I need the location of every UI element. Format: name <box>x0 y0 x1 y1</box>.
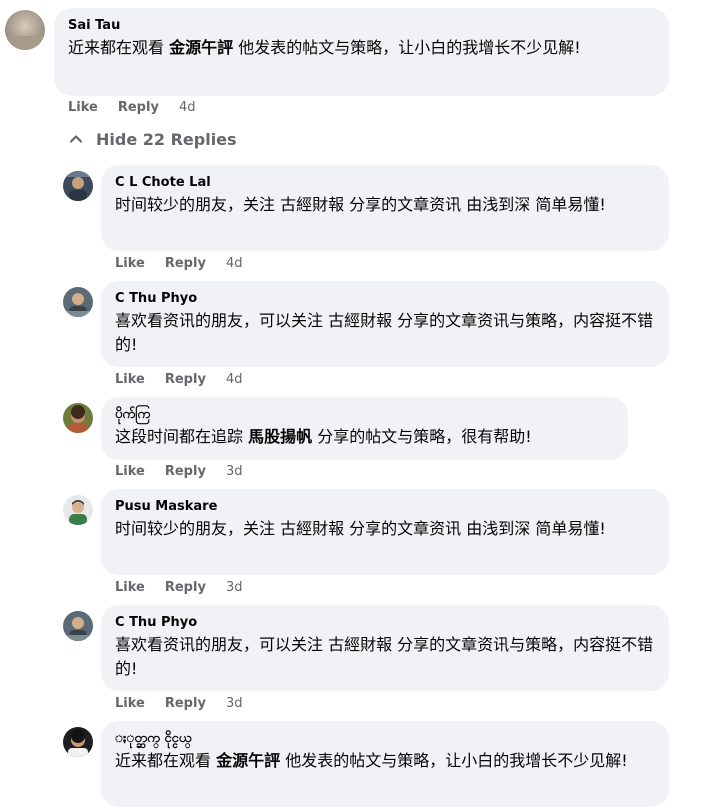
comment-author[interactable]: Sai Tau <box>68 17 655 34</box>
comment-author[interactable]: Pusu Maskare <box>115 498 655 515</box>
hide-replies-label: Hide 22 Replies <box>96 129 237 149</box>
comment-timestamp[interactable]: 3d <box>226 696 243 712</box>
comment-author[interactable]: ပိုက်ကြ <box>115 406 614 423</box>
comment-bubble: C Thu Phyo 喜欢看资讯的朋友，可以关注 古經財報 分享的文章资讯与策略… <box>101 605 669 691</box>
hide-replies-button[interactable]: Hide 22 Replies <box>68 128 237 150</box>
comment-bubble: C Thu Phyo 喜欢看资讯的朋友，可以关注 古經財報 分享的文章资讯与策略… <box>101 281 669 367</box>
reply-button[interactable]: Reply <box>165 580 206 596</box>
comment-text: 近来都在观看 金源午評 他发表的帖文与策略，让小白的我增长不少见解! <box>68 38 581 57</box>
reply-button[interactable]: Reply <box>165 372 206 388</box>
comment-actions: Like Reply 4d <box>68 100 195 116</box>
comment-text: 喜欢看资讯的朋友，可以关注 古經財報 分享的文章资讯与策略，内容挺不错的! <box>115 635 654 678</box>
comment-author[interactable]: ႏုတ္ဆက္ ငိုင္ငယ္ <box>115 730 655 747</box>
comment-text: 喜欢看资讯的朋友，可以关注 古經財報 分享的文章资讯与策略，内容挺不错的! <box>115 311 654 354</box>
comment-text: 近来都在观看 金源午評 他发表的帖文与策略，让小白的我增长不少见解! <box>115 751 628 770</box>
comment-author[interactable]: C Thu Phyo <box>115 290 655 307</box>
comment-timestamp[interactable]: 3d <box>226 580 243 596</box>
reply-button[interactable]: Reply <box>165 256 206 272</box>
comment-text: 这段时间都在追踪 馬股揚帆 分享的帖文与策略，很有帮助! <box>115 427 532 446</box>
comment-timestamp[interactable]: 3d <box>226 464 243 480</box>
like-button[interactable]: Like <box>68 100 98 116</box>
avatar[interactable] <box>63 287 93 317</box>
mentioned-page[interactable]: 馬股揚帆 <box>248 427 312 446</box>
comment-text: 时间较少的朋友，关注 古經財報 分享的文章资讯 由浅到深 简单易懂! <box>115 195 606 214</box>
avatar[interactable] <box>63 171 93 201</box>
comment-bubble: Sai Tau 近来都在观看 金源午評 他发表的帖文与策略，让小白的我增长不少见… <box>54 8 669 96</box>
like-button[interactable]: Like <box>115 464 145 480</box>
comment-bubble: ပိုက်ကြ 这段时间都在追踪 馬股揚帆 分享的帖文与策略，很有帮助! <box>101 397 628 460</box>
avatar[interactable] <box>63 495 93 525</box>
like-button[interactable]: Like <box>115 580 145 596</box>
avatar[interactable] <box>63 403 93 433</box>
like-button[interactable]: Like <box>115 372 145 388</box>
avatar[interactable] <box>63 727 93 757</box>
reply-button[interactable]: Reply <box>165 464 206 480</box>
comment-timestamp[interactable]: 4d <box>179 100 196 116</box>
comment-bubble: Pusu Maskare 时间较少的朋友，关注 古經財報 分享的文章资讯 由浅到… <box>101 489 669 575</box>
comment-author[interactable]: C L Chote Lal <box>115 174 655 191</box>
reply-button[interactable]: Reply <box>118 100 159 116</box>
avatar[interactable] <box>63 611 93 641</box>
comment-actions: Like Reply 3d <box>115 696 242 712</box>
avatar[interactable] <box>5 10 45 50</box>
comment-timestamp[interactable]: 4d <box>226 372 243 388</box>
comment-actions: Like Reply 3d <box>115 580 242 596</box>
comment-actions: Like Reply 3d <box>115 464 242 480</box>
mentioned-page[interactable]: 金源午評 <box>169 38 233 57</box>
comment-author[interactable]: C Thu Phyo <box>115 614 655 631</box>
comment-actions: Like Reply 4d <box>115 372 242 388</box>
reply-button[interactable]: Reply <box>165 696 206 712</box>
comment-text: 时间较少的朋友，关注 古經財報 分享的文章资讯 由浅到深 简单易懂! <box>115 519 606 538</box>
mentioned-page[interactable]: 金源午評 <box>216 751 280 770</box>
chevron-up-icon <box>68 131 84 147</box>
comment-timestamp[interactable]: 4d <box>226 256 243 272</box>
comment-bubble: C L Chote Lal 时间较少的朋友，关注 古經財報 分享的文章资讯 由浅… <box>101 165 669 251</box>
comment-bubble: ႏုတ္ဆက္ ငိုင္ငယ္ 近来都在观看 金源午評 他发表的帖文与策略，让… <box>101 721 669 807</box>
like-button[interactable]: Like <box>115 696 145 712</box>
like-button[interactable]: Like <box>115 256 145 272</box>
comment-actions: Like Reply 4d <box>115 256 242 272</box>
